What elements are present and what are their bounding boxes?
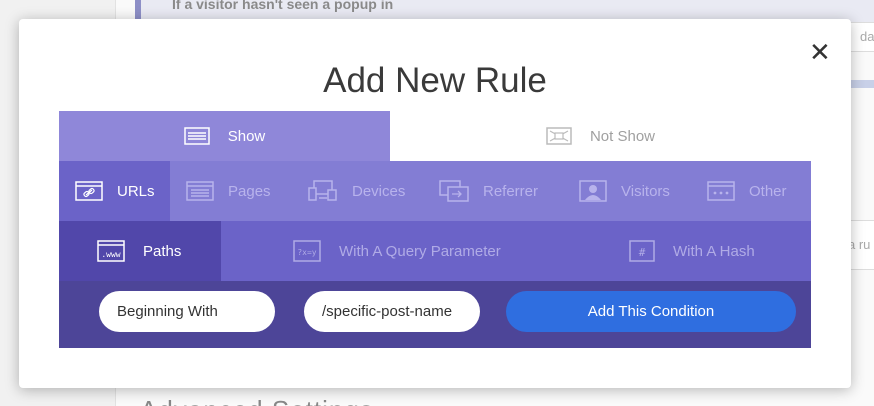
add-rule-modal: ✕ Add New Rule Show Not Show URLs Pages … bbox=[19, 19, 851, 388]
subtab-hash-label: With A Hash bbox=[673, 242, 755, 260]
window-x-icon bbox=[546, 127, 572, 145]
www-icon: .www bbox=[97, 240, 125, 262]
subtab-query-label: With A Query Parameter bbox=[339, 242, 501, 260]
modal-title: Add New Rule bbox=[323, 61, 547, 100]
referrer-icon bbox=[439, 180, 469, 202]
category-visitors-label: Visitors bbox=[621, 182, 670, 200]
svg-text:?x=y: ?x=y bbox=[297, 248, 316, 257]
dots-window-icon bbox=[707, 181, 735, 201]
url-match-tabs: .www Paths ?x=y With A Query Parameter #… bbox=[59, 221, 811, 281]
tab-show[interactable]: Show bbox=[59, 111, 390, 161]
category-visitors[interactable]: Visitors bbox=[559, 161, 689, 221]
subtab-paths-label: Paths bbox=[143, 242, 182, 260]
subtab-hash[interactable]: # With A Hash bbox=[551, 221, 811, 281]
match-type-select[interactable]: Beginning With bbox=[99, 291, 275, 332]
visitor-icon bbox=[579, 180, 607, 202]
background-divider bbox=[850, 80, 874, 88]
condition-category-bar: URLs Pages Devices Referrer Visitors Oth… bbox=[59, 161, 811, 221]
pages-icon bbox=[186, 181, 214, 201]
subtab-paths[interactable]: .www Paths bbox=[59, 221, 221, 281]
category-other[interactable]: Other bbox=[689, 161, 811, 221]
condition-builder: Beginning With Add This Condition bbox=[59, 281, 811, 348]
background-input-2-text: a ru bbox=[848, 237, 871, 252]
category-referrer[interactable]: Referrer bbox=[423, 161, 559, 221]
category-pages-label: Pages bbox=[228, 182, 271, 200]
svg-text:.www: .www bbox=[101, 250, 120, 259]
path-input[interactable] bbox=[304, 291, 480, 332]
category-referrer-label: Referrer bbox=[483, 182, 539, 200]
category-urls-label: URLs bbox=[117, 182, 155, 200]
svg-text:#: # bbox=[639, 246, 646, 259]
add-condition-button[interactable]: Add This Condition bbox=[506, 291, 796, 332]
background-rule-text: If a visitor hasn't seen a popup in bbox=[172, 0, 394, 12]
background-section-title: Advanced Settings bbox=[140, 395, 374, 406]
category-devices-label: Devices bbox=[352, 182, 406, 200]
category-devices[interactable]: Devices bbox=[290, 161, 423, 221]
background-input-text: da bbox=[860, 29, 874, 44]
window-icon bbox=[183, 127, 210, 145]
tab-not-show-label: Not Show bbox=[589, 127, 656, 145]
tab-not-show[interactable]: Not Show bbox=[390, 111, 811, 161]
tab-show-label: Show bbox=[227, 127, 266, 145]
query-icon: ?x=y bbox=[293, 240, 321, 262]
devices-icon bbox=[308, 180, 337, 201]
subtab-query-parameter[interactable]: ?x=y With A Query Parameter bbox=[221, 221, 551, 281]
link-window-icon bbox=[75, 181, 103, 201]
category-pages[interactable]: Pages bbox=[170, 161, 290, 221]
hash-icon: # bbox=[629, 240, 655, 262]
category-urls[interactable]: URLs bbox=[59, 161, 170, 221]
category-other-label: Other bbox=[749, 182, 787, 200]
